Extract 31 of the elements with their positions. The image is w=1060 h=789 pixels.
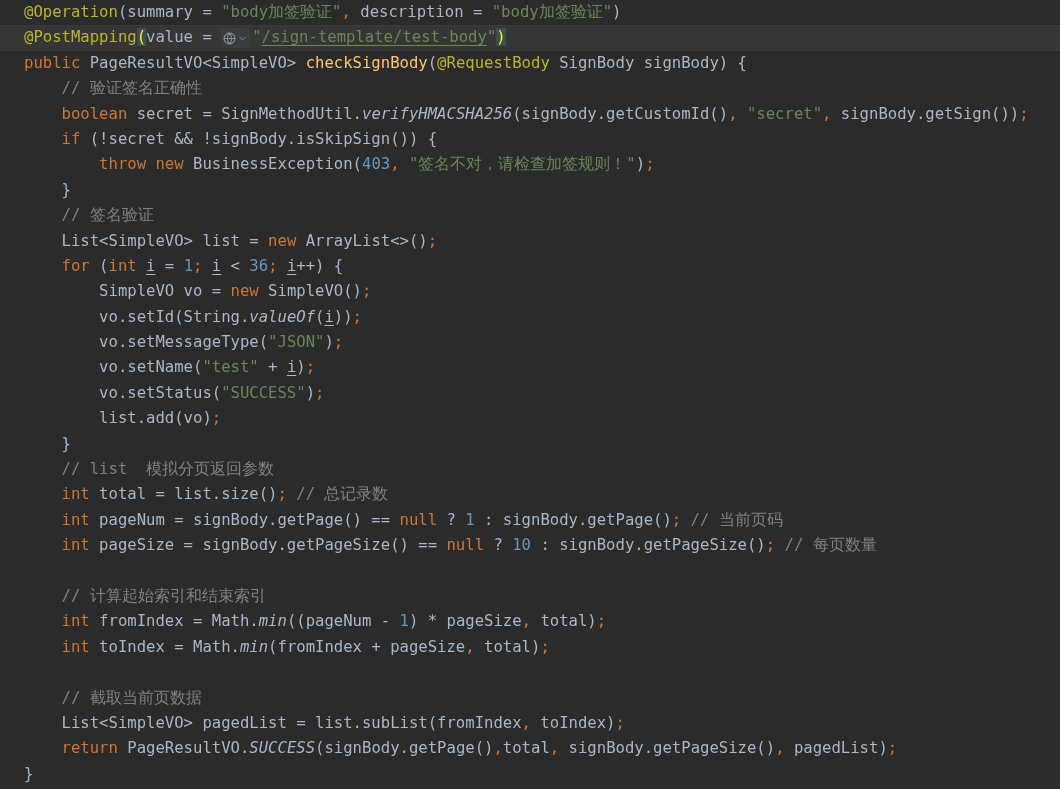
code-line: @PostMapping(value = [24, 27, 213, 49]
code-line: vo.setName("test" + i); [98, 357, 316, 379]
code-line: SimpleVO vo = new SimpleVO(); [98, 281, 372, 303]
code-line: int toIndex = Math.min(fromIndex + pageSize, total); [60, 636, 550, 658]
code-line: // 计算起始索引和结束索引 [60, 586, 266, 607]
code-line: if (!secret && !signBody.isSkipSign()) { [60, 128, 438, 150]
code-line: // 截取当前页数据 [60, 687, 202, 709]
code-line: throw new BusinessException(403, "签名不对，请检查加签规则！"); [98, 154, 655, 176]
code-line: int total = list.size(); // 总记录数 [60, 484, 389, 506]
code-line: List<SimpleVO> list = new ArrayList<>(); [60, 230, 438, 252]
code-line: int fromIndex = Math.min((pageNum - 1) * pageSize, total); [60, 611, 607, 633]
code-line: boolean secret = SignMethodUtil.verifyHMACSHA256(signBody.getCustomId(), "secret", signBody.getSign()); [60, 103, 1029, 125]
code-line: vo.setMessageType("JSON"); [98, 332, 344, 354]
code-line: int pageNum = signBody.getPage() == null ? 1 : signBody.getPage(); // 当前页码 [60, 509, 783, 531]
code-line: "/sign-template/test-body") [252, 27, 506, 49]
code-line: } [60, 179, 71, 201]
code-line: vo.setStatus("SUCCESS"); [98, 382, 325, 404]
code-line: List<SimpleVO> pagedList = list.subList(fromIndex, toIndex); [60, 712, 625, 734]
code-line: vo.setId(String.valueOf(i)); [98, 306, 362, 328]
code-line: @Operation(summary = "body加签验证", description = "body加签验证") [24, 2, 622, 23]
code-line: // list 模拟分页返回参数 [60, 459, 275, 481]
code-line: } [60, 433, 71, 455]
code-line: // 签名验证 [60, 205, 154, 227]
code-line: // 验证签名正确性 [60, 78, 202, 100]
code-line: list.add(vo); [98, 408, 222, 430]
code-line: public PageResultVO<SimpleVO> checkSignBody(@RequestBody SignBody signBody) { [24, 52, 747, 74]
code-line: } [24, 763, 34, 785]
code-line: return PageResultVO.SUCCESS(signBody.getPage(),total, signBody.getPageSize(), pagedList); [60, 738, 898, 760]
code-line: int pageSize = signBody.getPageSize() == null ? 10 : signBody.getPageSize(); // 每页数量 [60, 535, 877, 557]
globe-dropdown-icon[interactable] [221, 28, 251, 49]
code-line: for (int i = 1; i < 36; i++) { [60, 255, 344, 277]
